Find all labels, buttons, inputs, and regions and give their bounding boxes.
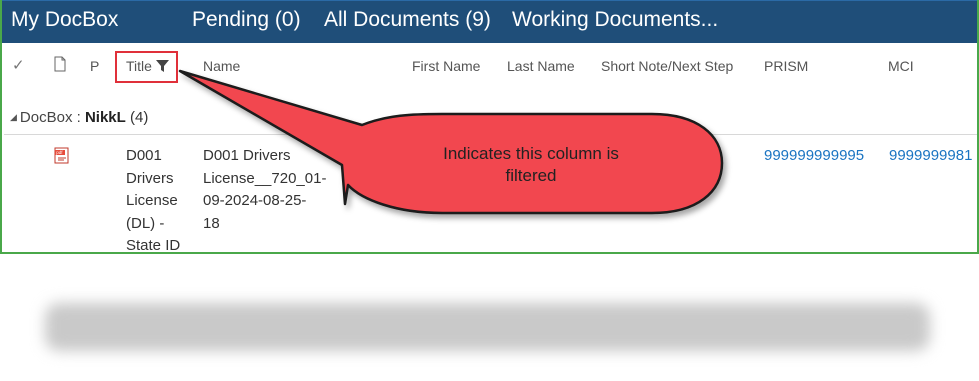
callout-line: Indicates this column is [443, 144, 619, 163]
callout-line: filtered [505, 166, 557, 185]
blurred-bar [45, 303, 930, 351]
callout-shape [178, 69, 724, 215]
callout-text: Indicates this column is filtered [401, 143, 661, 187]
docbox-panel: My DocBox Pending (0) All Documents (9) … [0, 0, 979, 254]
callout-bubble [178, 69, 724, 215]
